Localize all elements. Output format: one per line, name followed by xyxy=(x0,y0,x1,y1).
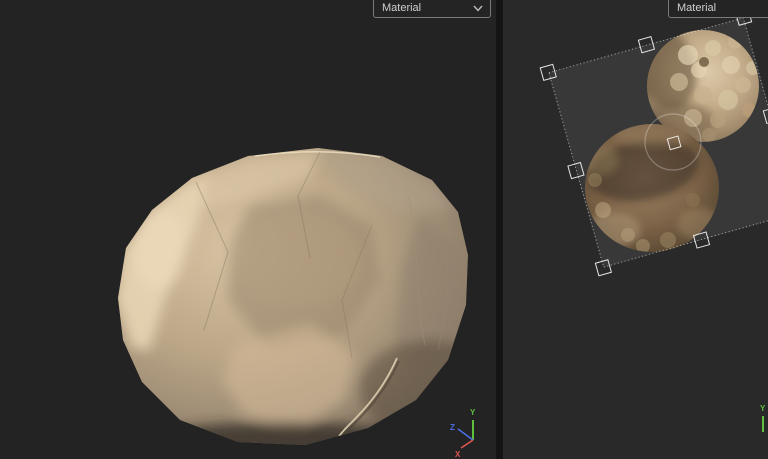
rock-model[interactable] xyxy=(0,0,496,459)
material-dropdown-value: Material xyxy=(677,3,717,14)
material-dropdown[interactable]: Material xyxy=(373,0,491,18)
viewport-divider[interactable] xyxy=(496,0,503,459)
viewport-2d[interactable]: Material Y xyxy=(503,0,768,459)
axis-y-label: Y xyxy=(760,404,766,413)
3d-editor-window: Material Y Z X Material Y xyxy=(0,0,768,459)
axis-x-label: X xyxy=(455,450,461,459)
axis-z-label: Z xyxy=(450,423,455,432)
chevron-down-icon xyxy=(473,5,483,12)
axis-gizmo[interactable]: Y Z X xyxy=(445,403,495,459)
axis-y-label: Y xyxy=(470,408,476,417)
material-dropdown[interactable]: Material xyxy=(668,0,768,18)
material-dropdown-value: Material xyxy=(382,3,422,14)
viewport-3d[interactable]: Material Y Z X xyxy=(0,0,496,459)
axis-gizmo[interactable]: Y xyxy=(753,400,768,440)
